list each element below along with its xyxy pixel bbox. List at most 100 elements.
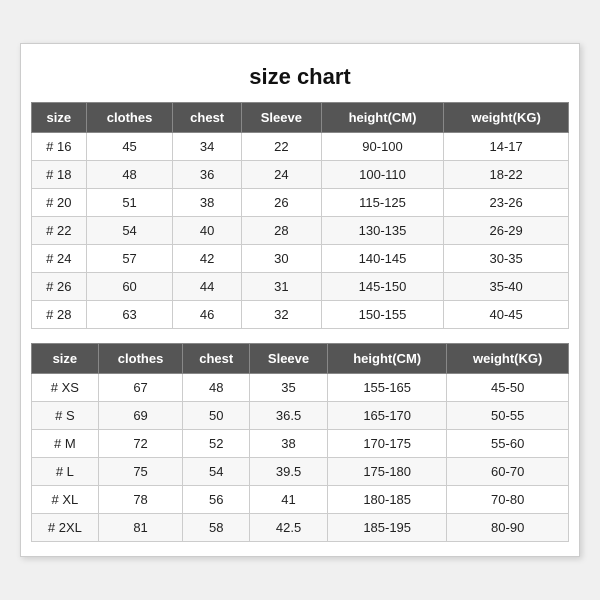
table2-wrapper: sizeclotheschestSleeveheight(CM)weight(K… xyxy=(31,343,569,542)
table-cell: 54 xyxy=(183,458,250,486)
table-cell: 41 xyxy=(250,486,328,514)
table-row: # 28634632150-15540-45 xyxy=(32,301,569,329)
table-cell: 90-100 xyxy=(321,133,443,161)
table1-header-cell: Sleeve xyxy=(241,103,321,133)
table-cell: 40 xyxy=(173,217,241,245)
table-row: # 1645342290-10014-17 xyxy=(32,133,569,161)
table1-header-cell: weight(KG) xyxy=(444,103,569,133)
table-cell: 51 xyxy=(86,189,173,217)
table-cell: 155-165 xyxy=(328,374,447,402)
table-row: # XS674835155-16545-50 xyxy=(32,374,569,402)
table-cell: 34 xyxy=(173,133,241,161)
table-cell: 140-145 xyxy=(321,245,443,273)
table-cell: 39.5 xyxy=(250,458,328,486)
table-cell: 26-29 xyxy=(444,217,569,245)
table-cell: # L xyxy=(32,458,99,486)
table1-header-cell: height(CM) xyxy=(321,103,443,133)
table-cell: 69 xyxy=(98,402,183,430)
table-cell: 42.5 xyxy=(250,514,328,542)
table-cell: # 16 xyxy=(32,133,87,161)
table-row: # M725238170-17555-60 xyxy=(32,430,569,458)
table-cell: 80-90 xyxy=(447,514,569,542)
size-chart-card: size chart sizeclotheschestSleeveheight(… xyxy=(20,43,580,557)
table-row: # 22544028130-13526-29 xyxy=(32,217,569,245)
table-cell: 60 xyxy=(86,273,173,301)
table-cell: 30-35 xyxy=(444,245,569,273)
table-cell: 170-175 xyxy=(328,430,447,458)
table-cell: 46 xyxy=(173,301,241,329)
table-cell: 36.5 xyxy=(250,402,328,430)
table1-header-cell: chest xyxy=(173,103,241,133)
table2-header-cell: chest xyxy=(183,344,250,374)
table-cell: 185-195 xyxy=(328,514,447,542)
table-cell: 150-155 xyxy=(321,301,443,329)
table-cell: 54 xyxy=(86,217,173,245)
table-cell: # M xyxy=(32,430,99,458)
table-cell: 23-26 xyxy=(444,189,569,217)
table-cell: 52 xyxy=(183,430,250,458)
table-cell: # 22 xyxy=(32,217,87,245)
table1-header-cell: clothes xyxy=(86,103,173,133)
table-cell: 145-150 xyxy=(321,273,443,301)
table-cell: # S xyxy=(32,402,99,430)
table-cell: 32 xyxy=(241,301,321,329)
table-row: # L755439.5175-18060-70 xyxy=(32,458,569,486)
table-row: # XL785641180-18570-80 xyxy=(32,486,569,514)
table1-header-row: sizeclotheschestSleeveheight(CM)weight(K… xyxy=(32,103,569,133)
table-cell: # 24 xyxy=(32,245,87,273)
table-cell: 44 xyxy=(173,273,241,301)
table-cell: 180-185 xyxy=(328,486,447,514)
table1-wrapper: sizeclotheschestSleeveheight(CM)weight(K… xyxy=(31,102,569,329)
table-cell: 36 xyxy=(173,161,241,189)
table2-header-row: sizeclotheschestSleeveheight(CM)weight(K… xyxy=(32,344,569,374)
table-cell: 58 xyxy=(183,514,250,542)
table-cell: # XS xyxy=(32,374,99,402)
table-cell: 115-125 xyxy=(321,189,443,217)
table-row: # 24574230140-14530-35 xyxy=(32,245,569,273)
table-cell: 14-17 xyxy=(444,133,569,161)
table-row: # S695036.5165-17050-55 xyxy=(32,402,569,430)
table-row: # 2XL815842.5185-19580-90 xyxy=(32,514,569,542)
table-cell: 67 xyxy=(98,374,183,402)
table-cell: 35 xyxy=(250,374,328,402)
table-cell: 100-110 xyxy=(321,161,443,189)
table-row: # 26604431145-15035-40 xyxy=(32,273,569,301)
table-cell: # XL xyxy=(32,486,99,514)
table-cell: 22 xyxy=(241,133,321,161)
table-cell: 60-70 xyxy=(447,458,569,486)
table-cell: 18-22 xyxy=(444,161,569,189)
table-cell: # 18 xyxy=(32,161,87,189)
chart-title: size chart xyxy=(31,54,569,102)
table2-header-cell: weight(KG) xyxy=(447,344,569,374)
table-cell: 24 xyxy=(241,161,321,189)
table-cell: 55-60 xyxy=(447,430,569,458)
table-cell: 70-80 xyxy=(447,486,569,514)
table-cell: 175-180 xyxy=(328,458,447,486)
table-cell: 30 xyxy=(241,245,321,273)
table-cell: 45 xyxy=(86,133,173,161)
table-cell: 75 xyxy=(98,458,183,486)
table-cell: 26 xyxy=(241,189,321,217)
table-cell: 72 xyxy=(98,430,183,458)
table-cell: 81 xyxy=(98,514,183,542)
table-cell: 31 xyxy=(241,273,321,301)
table-cell: 50 xyxy=(183,402,250,430)
table-cell: 40-45 xyxy=(444,301,569,329)
size-table-2: sizeclotheschestSleeveheight(CM)weight(K… xyxy=(31,343,569,542)
table2-header-cell: height(CM) xyxy=(328,344,447,374)
table-cell: 35-40 xyxy=(444,273,569,301)
table-cell: 165-170 xyxy=(328,402,447,430)
table2-header-cell: size xyxy=(32,344,99,374)
table-cell: # 2XL xyxy=(32,514,99,542)
table-cell: 130-135 xyxy=(321,217,443,245)
table2-header-cell: Sleeve xyxy=(250,344,328,374)
table-cell: 50-55 xyxy=(447,402,569,430)
table-cell: 45-50 xyxy=(447,374,569,402)
table-cell: 78 xyxy=(98,486,183,514)
table-cell: 28 xyxy=(241,217,321,245)
size-table-1: sizeclotheschestSleeveheight(CM)weight(K… xyxy=(31,102,569,329)
table-cell: 38 xyxy=(250,430,328,458)
table-cell: 42 xyxy=(173,245,241,273)
table-row: # 18483624100-11018-22 xyxy=(32,161,569,189)
section-divider xyxy=(31,333,569,343)
